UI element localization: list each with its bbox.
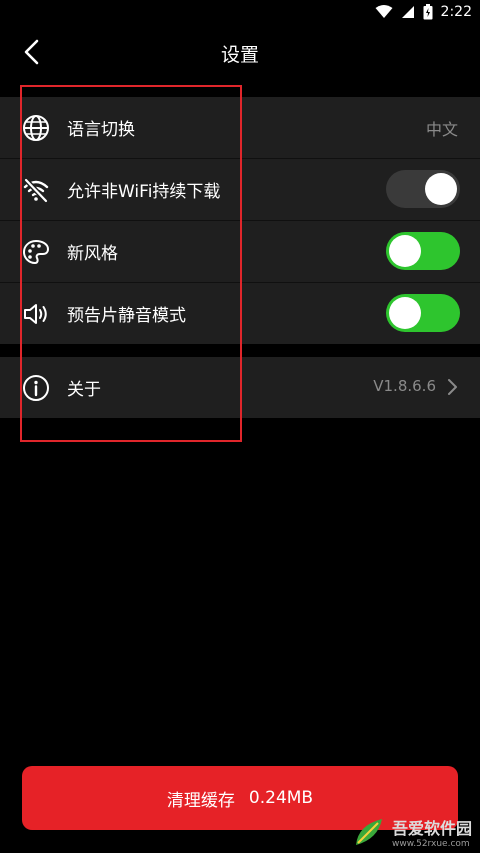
- header: 设置: [0, 24, 480, 80]
- clear-cache-label: 清理缓存: [166, 790, 235, 811]
- watermark-url: www.52rxue.com: [391, 839, 470, 849]
- trailer-mute-toggle[interactable]: [386, 294, 460, 332]
- language-label: 语言切换: [67, 120, 135, 140]
- non-wifi-download-label: 允许非WiFi持续下载: [67, 182, 221, 202]
- toggle-knob: [389, 235, 421, 267]
- settings-group: 语言切换 中文 允许非WiFi持续下载 新风格 预告片静音模式: [0, 97, 480, 344]
- setting-row-non-wifi-download: 允许非WiFi持续下载: [0, 159, 480, 221]
- status-time: 2:22: [440, 4, 472, 20]
- speaker-icon: [24, 304, 47, 324]
- palette-icon: [22, 239, 50, 265]
- globe-icon: [23, 115, 49, 141]
- setting-row-about[interactable]: 关于 V1.8.6.6: [0, 357, 480, 418]
- wifi-icon: [375, 5, 393, 18]
- watermark-text: 吾爱软件园 www.52rxue.com: [392, 815, 472, 849]
- status-icons: 2:22: [375, 2, 472, 22]
- version-text: V1.8.6.6: [373, 377, 436, 395]
- battery-icon: [423, 4, 433, 20]
- page-title: 设置: [220, 44, 259, 66]
- setting-row-language[interactable]: 语言切换 中文: [0, 97, 480, 159]
- chevron-right-icon: [448, 379, 457, 395]
- watermark: 吾爱软件园 www.52rxue.com: [352, 815, 472, 849]
- watermark-title: 吾爱软件园: [391, 819, 472, 838]
- setting-row-trailer-mute: 预告片静音模式: [0, 283, 480, 344]
- info-icon: [23, 375, 49, 401]
- new-style-toggle[interactable]: [386, 232, 460, 270]
- wifi-off-icon: [23, 178, 49, 203]
- about-label: 关于: [67, 380, 101, 400]
- leaf-logo-icon: [355, 819, 382, 845]
- trailer-mute-label: 预告片静音模式: [67, 306, 186, 326]
- cache-size: 0.24MB: [248, 788, 314, 808]
- non-wifi-download-toggle[interactable]: [386, 170, 460, 208]
- language-value: 中文: [425, 120, 458, 139]
- new-style-label: 新风格: [67, 244, 118, 264]
- about-group: 关于 V1.8.6.6: [0, 357, 480, 418]
- setting-row-new-style: 新风格: [0, 221, 480, 283]
- toggle-knob: [389, 297, 421, 329]
- toggle-knob: [425, 173, 457, 205]
- status-bar: 2:22: [0, 0, 480, 24]
- signal-icon: [401, 6, 414, 18]
